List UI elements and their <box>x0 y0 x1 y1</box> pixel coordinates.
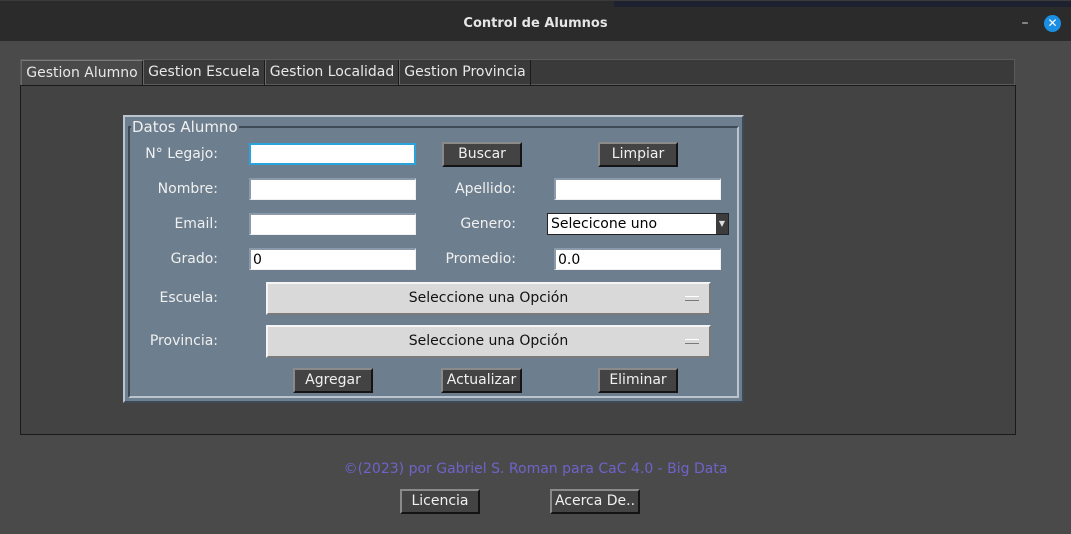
genero-select[interactable]: Selecicone uno ▼ <box>547 213 729 235</box>
frame-legend: Datos Alumno <box>131 118 239 136</box>
escuela-option-menu[interactable]: Seleccione una Opción <box>266 282 711 315</box>
nombre-label: Nombre: <box>157 181 218 197</box>
provincia-option-menu[interactable]: Seleccione una Opción <box>266 325 711 358</box>
legajo-input[interactable] <box>249 143 416 165</box>
chevron-down-icon[interactable]: ▼ <box>716 214 728 234</box>
tab-bar: Gestion Alumno Gestion Escuela Gestion L… <box>20 59 1015 86</box>
credit-text: ©(2023) por Gabriel S. Roman para CaC 4.… <box>343 461 728 477</box>
tab-gestion-provincia[interactable]: Gestion Provincia <box>399 60 531 86</box>
apellido-input[interactable] <box>554 178 721 200</box>
agregar-button[interactable]: Agregar <box>293 368 373 393</box>
grado-input[interactable] <box>249 248 416 270</box>
genero-select-value: Selecicone uno <box>551 216 658 232</box>
apellido-label: Apellido: <box>455 181 516 197</box>
actualizar-button[interactable]: Actualizar <box>441 368 522 393</box>
promedio-input[interactable] <box>554 248 721 270</box>
window-titlebar: Control de Alumnos – ✕ <box>0 0 1071 41</box>
acerca-de-button[interactable]: Acerca De.. <box>550 489 640 514</box>
grado-label: Grado: <box>170 251 218 267</box>
minimize-icon[interactable]: – <box>1019 15 1031 31</box>
email-label: Email: <box>174 216 218 232</box>
legajo-label: N° Legajo: <box>145 146 218 162</box>
escuela-label: Escuela: <box>159 290 218 306</box>
nombre-input[interactable] <box>249 178 416 200</box>
titlebar-strip <box>614 1 1071 7</box>
tab-gestion-localidad[interactable]: Gestion Localidad <box>265 60 399 86</box>
provincia-label: Provincia: <box>149 333 218 349</box>
provincia-option-value: Seleccione una Opción <box>408 333 569 349</box>
limpiar-button[interactable]: Limpiar <box>598 142 678 167</box>
escuela-option-value: Seleccione una Opción <box>408 290 569 306</box>
genero-label: Genero: <box>460 216 516 232</box>
promedio-label: Promedio: <box>445 251 516 267</box>
option-menu-indicator-icon <box>685 339 699 344</box>
tab-gestion-escuela[interactable]: Gestion Escuela <box>143 60 265 86</box>
buscar-button[interactable]: Buscar <box>442 142 522 167</box>
tab-gestion-alumno[interactable]: Gestion Alumno <box>21 60 143 86</box>
eliminar-button[interactable]: Eliminar <box>598 368 678 393</box>
close-icon[interactable]: ✕ <box>1044 15 1061 32</box>
option-menu-indicator-icon <box>685 296 699 301</box>
email-input[interactable] <box>249 213 416 235</box>
licencia-button[interactable]: Licencia <box>400 489 480 514</box>
window-title: Control de Alumnos <box>463 16 608 31</box>
